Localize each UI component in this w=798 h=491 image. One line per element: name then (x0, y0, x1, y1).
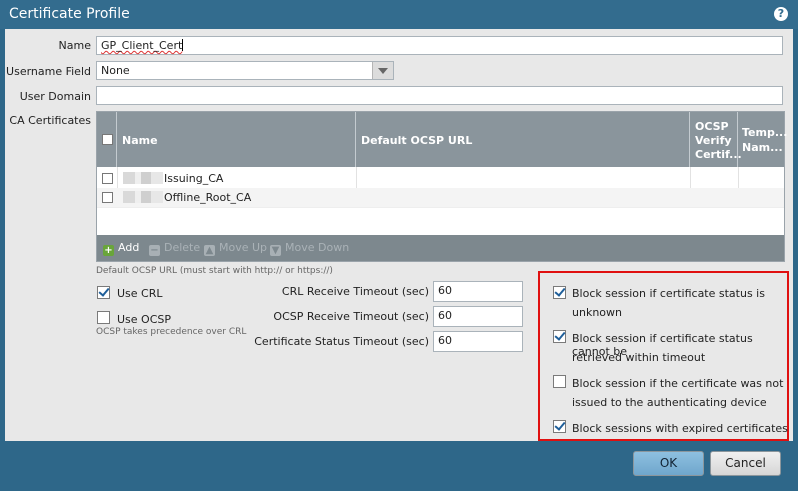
row-checkbox[interactable] (102, 173, 113, 184)
use-crl-label: Use CRL (117, 287, 163, 300)
header-default-ocsp-url[interactable]: Default OCSP URL (356, 112, 690, 167)
add-button[interactable]: + Add (103, 241, 139, 256)
block-timeout-line2: retrieved within timeout (572, 351, 706, 364)
ocsp-precedence-note: OCSP takes precedence over CRL (96, 327, 247, 337)
col-ocsp-verify-2: Verify (695, 134, 732, 147)
delete-label: Delete (164, 241, 201, 254)
username-field-label: Username Field (6, 65, 91, 78)
redacted-name-prefix (123, 191, 163, 203)
block-unknown-line2: unknown (572, 306, 622, 319)
name-value: GP_Client_Cert (101, 39, 183, 52)
grid-header: Name Default OCSP URL OCSP Verify Certif… (97, 112, 788, 167)
block-expired-checkbox[interactable] (553, 420, 566, 433)
block-expired-label: Block sessions with expired certificates (572, 422, 788, 435)
arrow-down-icon: ▼ (270, 245, 281, 256)
row-checkbox[interactable] (102, 192, 113, 203)
redacted-name-prefix (123, 172, 163, 184)
header-name[interactable]: Name (117, 112, 356, 167)
ocsp-timeout-field[interactable]: 60 (433, 306, 523, 327)
move-up-button[interactable]: ▲ Move Up (204, 241, 267, 256)
arrow-up-icon: ▲ (204, 245, 215, 256)
cancel-button[interactable]: Cancel (710, 451, 781, 476)
ca-certificates-grid: Name Default OCSP URL OCSP Verify Certif… (96, 111, 788, 262)
col-template-1: Temp... (742, 126, 788, 139)
username-field-select[interactable]: None (96, 61, 394, 80)
table-row[interactable]: Offline_Root_CA (97, 188, 784, 208)
cert-status-timeout-value: 60 (438, 334, 452, 347)
block-not-issued-line1: Block session if the certificate was not (572, 377, 784, 390)
title-bar: Certificate Profile ? (0, 0, 798, 29)
certificate-profile-dialog: Name GP_Client_Cert Username Field None … (5, 29, 793, 441)
crl-timeout-value: 60 (438, 284, 452, 297)
move-down-label: Move Down (285, 241, 350, 254)
username-field-value: None (101, 64, 130, 77)
delete-button[interactable]: − Delete (149, 241, 200, 256)
col-template-2: Nam... (742, 141, 783, 154)
col-ocsp-verify-1: OCSP (695, 120, 729, 133)
grid-toolbar: + Add − Delete ▲ Move Up ▼ Move Down (97, 235, 784, 261)
move-down-button[interactable]: ▼ Move Down (270, 241, 349, 256)
dialog-title: Certificate Profile (9, 6, 130, 22)
ocsp-timeout-label: OCSP Receive Timeout (sec) (273, 310, 429, 323)
block-unknown-checkbox[interactable] (553, 286, 566, 299)
name-field[interactable]: GP_Client_Cert (96, 36, 783, 55)
table-row[interactable]: Issuing_CA (97, 169, 784, 189)
move-up-label: Move Up (219, 241, 268, 254)
ocsp-timeout-value: 60 (438, 309, 452, 322)
block-timeout-checkbox[interactable] (553, 330, 566, 343)
user-domain-label: User Domain (19, 90, 91, 103)
block-not-issued-line2: issued to the authenticating device (572, 396, 767, 409)
user-domain-field[interactable] (96, 86, 783, 105)
help-icon[interactable]: ? (774, 7, 788, 21)
use-crl-checkbox[interactable] (97, 286, 110, 299)
ocsp-url-hint: Default OCSP URL (must start with http:/… (96, 266, 333, 276)
crl-timeout-field[interactable]: 60 (433, 281, 523, 302)
ca-certificates-label: CA Certificates (9, 114, 91, 127)
header-ocsp-verify[interactable]: OCSP Verify Certif... (690, 112, 742, 167)
crl-timeout-label: CRL Receive Timeout (sec) (281, 285, 429, 298)
plus-icon: + (103, 245, 114, 256)
cert-status-timeout-field[interactable]: 60 (433, 331, 523, 352)
cert-status-timeout-label: Certificate Status Timeout (sec) (254, 335, 429, 348)
block-not-issued-checkbox[interactable] (553, 375, 566, 388)
name-label: Name (58, 39, 91, 52)
header-template-name[interactable]: Temp... Nam... (738, 112, 788, 167)
row-name: Issuing_CA (164, 172, 224, 185)
use-ocsp-checkbox[interactable] (97, 311, 110, 324)
select-all-checkbox[interactable] (102, 134, 113, 145)
minus-icon: − (149, 245, 160, 256)
row-name: Offline_Root_CA (164, 191, 252, 204)
ok-button[interactable]: OK (633, 451, 704, 476)
chevron-down-icon[interactable] (372, 62, 393, 79)
add-label: Add (118, 241, 140, 254)
col-default-ocsp-url: Default OCSP URL (361, 134, 473, 147)
col-ocsp-verify-3: Certif... (695, 148, 742, 161)
col-name: Name (122, 134, 158, 147)
use-ocsp-label: Use OCSP (117, 313, 172, 326)
block-unknown-line1: Block session if certificate status is (572, 287, 765, 300)
header-select-cell (97, 112, 117, 167)
